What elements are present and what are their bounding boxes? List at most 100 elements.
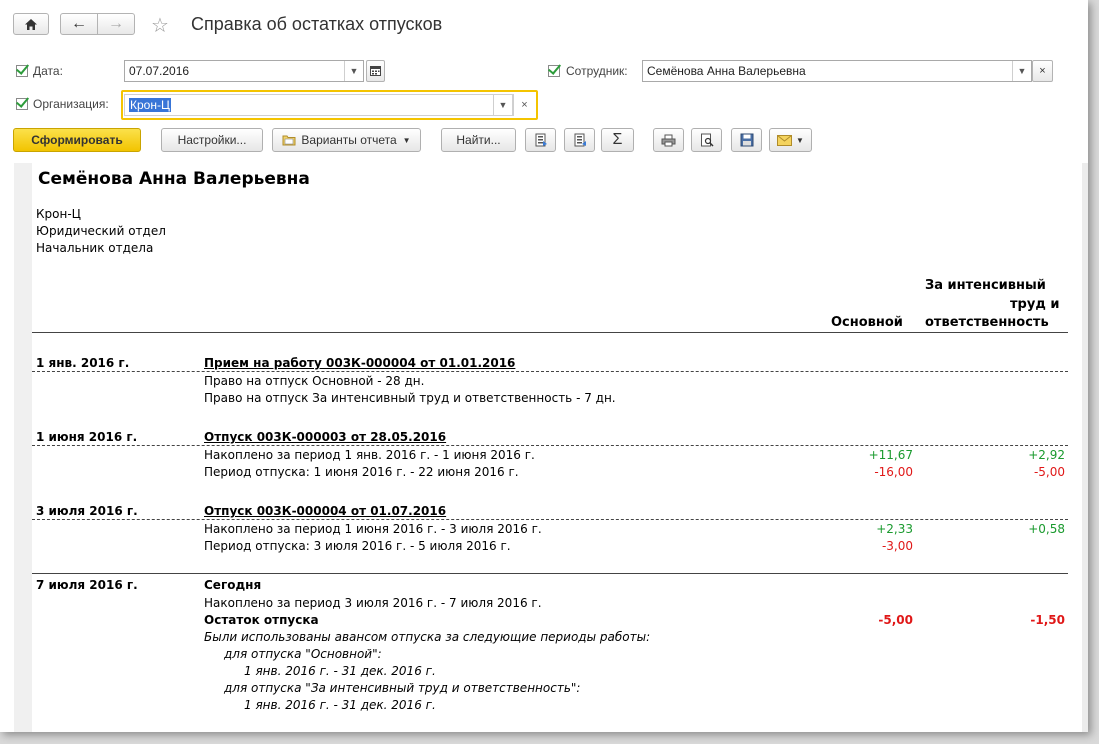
sum-button[interactable]: Σ bbox=[601, 128, 634, 152]
event-line: Право на отпуск За интенсивный труд и от… bbox=[204, 391, 616, 405]
event-line: Накоплено за период 1 янв. 2016 г. - 1 и… bbox=[204, 448, 535, 462]
star-icon[interactable]: ☆ bbox=[151, 13, 169, 38]
chevron-down-icon: ▼ bbox=[349, 66, 359, 76]
event-date: 1 июня 2016 г. bbox=[36, 430, 138, 444]
report-department: Юридический отдел bbox=[36, 224, 166, 238]
advance-note: 1 янв. 2016 г. - 31 дек. 2016 г. bbox=[244, 664, 436, 678]
report-scrollbar[interactable] bbox=[1082, 163, 1088, 732]
chevron-down-icon: ▼ bbox=[1017, 66, 1027, 76]
event-title[interactable]: Отпуск 003К-000004 от 01.07.2016 bbox=[204, 504, 446, 518]
organization-value: Крон-Ц bbox=[129, 98, 171, 112]
collapse-groups-button[interactable] bbox=[564, 128, 595, 152]
date-dropdown-button[interactable]: ▼ bbox=[344, 61, 363, 81]
column-header-extra-line1: За интенсивный bbox=[925, 278, 1046, 293]
event-line: Период отпуска: 3 июля 2016 г. - 5 июля … bbox=[204, 539, 511, 553]
printer-icon bbox=[661, 134, 676, 146]
today-divider bbox=[32, 573, 1068, 574]
value-extra: -5,00 bbox=[1033, 465, 1065, 479]
organization-label: Организация: bbox=[33, 97, 109, 111]
arrow-right-icon: → bbox=[108, 15, 124, 32]
report-variants-button[interactable]: Варианты отчета ▼ bbox=[272, 128, 421, 152]
organization-checkbox[interactable] bbox=[16, 98, 28, 110]
close-icon: × bbox=[1039, 65, 1046, 77]
employee-clear-button[interactable]: × bbox=[1032, 60, 1053, 82]
date-checkbox[interactable] bbox=[16, 65, 28, 77]
event-line: Накоплено за период 3 июля 2016 г. - 7 и… bbox=[204, 596, 542, 610]
settings-button[interactable]: Настройки... bbox=[161, 128, 263, 152]
preview-button[interactable] bbox=[691, 128, 722, 152]
close-icon: × bbox=[521, 99, 528, 111]
value-main: +11,67 bbox=[868, 448, 913, 462]
generate-button[interactable]: Сформировать bbox=[13, 128, 141, 152]
forward-button[interactable]: → bbox=[97, 13, 135, 35]
report-organization: Крон-Ц bbox=[36, 207, 81, 221]
event-divider bbox=[32, 371, 1068, 372]
expand-groups-icon bbox=[535, 133, 547, 147]
employee-checkbox[interactable] bbox=[548, 65, 560, 77]
calendar-icon bbox=[370, 66, 381, 76]
chevron-down-icon: ▼ bbox=[796, 135, 804, 145]
date-label: Дата: bbox=[33, 64, 63, 78]
home-button[interactable] bbox=[13, 13, 49, 35]
event-date: 1 янв. 2016 г. bbox=[36, 356, 130, 370]
chevron-down-icon: ▼ bbox=[402, 135, 411, 145]
event-line: Период отпуска: 1 июня 2016 г. - 22 июня… bbox=[204, 465, 519, 479]
floppy-icon bbox=[740, 133, 753, 147]
report-variants-label: Варианты отчета bbox=[301, 133, 397, 147]
value-main: -16,00 bbox=[874, 465, 913, 479]
event-date: 3 июля 2016 г. bbox=[36, 504, 138, 518]
event-title[interactable]: Отпуск 003К-000003 от 28.05.2016 bbox=[204, 430, 446, 444]
print-button[interactable] bbox=[653, 128, 684, 152]
value-main: +2,33 bbox=[876, 522, 913, 536]
event-line: Право на отпуск Основной - 28 дн. bbox=[204, 374, 425, 388]
advance-note: Были использованы авансом отпуска за сле… bbox=[204, 630, 651, 644]
organization-dropdown-button[interactable]: ▼ bbox=[493, 95, 512, 115]
column-header-main: Основной bbox=[831, 315, 903, 330]
value-extra: +0,58 bbox=[1028, 522, 1065, 536]
folder-icon bbox=[282, 135, 296, 146]
print-preview-icon bbox=[700, 133, 714, 147]
back-button[interactable]: ← bbox=[60, 13, 98, 35]
employee-value: Семёнова Анна Валерьевна bbox=[647, 64, 806, 78]
event-divider bbox=[32, 445, 1068, 446]
event-title: Сегодня bbox=[204, 578, 262, 592]
report-position: Начальник отдела bbox=[36, 241, 154, 255]
send-email-button[interactable]: ▼ bbox=[769, 128, 812, 152]
value-extra: +2,92 bbox=[1028, 448, 1065, 462]
employee-label: Сотрудник: bbox=[566, 64, 628, 78]
report-employee-name: Семёнова Анна Валерьевна bbox=[38, 169, 310, 189]
page-title: Справка об остатках отпусков bbox=[191, 14, 443, 34]
event-title[interactable]: Прием на работу 003К-000004 от 01.01.201… bbox=[204, 356, 515, 370]
find-button[interactable]: Найти... bbox=[441, 128, 516, 152]
employee-field[interactable]: Семёнова Анна Валерьевна ▼ bbox=[642, 60, 1032, 82]
chevron-down-icon: ▼ bbox=[498, 100, 508, 110]
envelope-icon bbox=[777, 134, 793, 146]
advance-note: 1 янв. 2016 г. - 31 дек. 2016 г. bbox=[244, 698, 436, 712]
column-header-extra-line3: ответственность bbox=[925, 315, 1049, 330]
arrow-left-icon: ← bbox=[71, 15, 87, 32]
balance-main: -5,00 bbox=[878, 613, 913, 627]
balance-label: Остаток отпуска bbox=[204, 613, 319, 627]
date-field[interactable]: 07.07.2016 ▼ bbox=[124, 60, 364, 82]
expand-groups-button[interactable] bbox=[525, 128, 556, 152]
advance-note: для отпуска "За интенсивный труд и ответ… bbox=[224, 681, 581, 695]
collapse-groups-icon bbox=[574, 133, 586, 147]
report-left-margin bbox=[14, 163, 32, 732]
advance-note: для отпуска "Основной": bbox=[224, 647, 382, 661]
column-header-extra-line2: труд и bbox=[1010, 297, 1060, 312]
home-icon bbox=[25, 18, 37, 30]
organization-clear-button[interactable]: × bbox=[513, 94, 535, 116]
balance-extra: -1,50 bbox=[1030, 613, 1065, 627]
report-window: ← → ☆ Справка об остатках отпусков Дата:… bbox=[0, 0, 1088, 732]
save-button[interactable] bbox=[731, 128, 762, 152]
date-value: 07.07.2016 bbox=[129, 64, 190, 78]
header-divider bbox=[32, 332, 1068, 333]
calendar-button[interactable] bbox=[366, 60, 385, 82]
event-date: 7 июля 2016 г. bbox=[36, 578, 138, 592]
value-main: -3,00 bbox=[881, 539, 913, 553]
event-divider bbox=[32, 519, 1068, 520]
employee-dropdown-button[interactable]: ▼ bbox=[1012, 61, 1031, 81]
event-line: Накоплено за период 1 июня 2016 г. - 3 и… bbox=[204, 522, 542, 536]
organization-field[interactable]: Крон-Ц ▼ bbox=[124, 94, 513, 116]
sigma-icon: Σ bbox=[612, 131, 623, 148]
